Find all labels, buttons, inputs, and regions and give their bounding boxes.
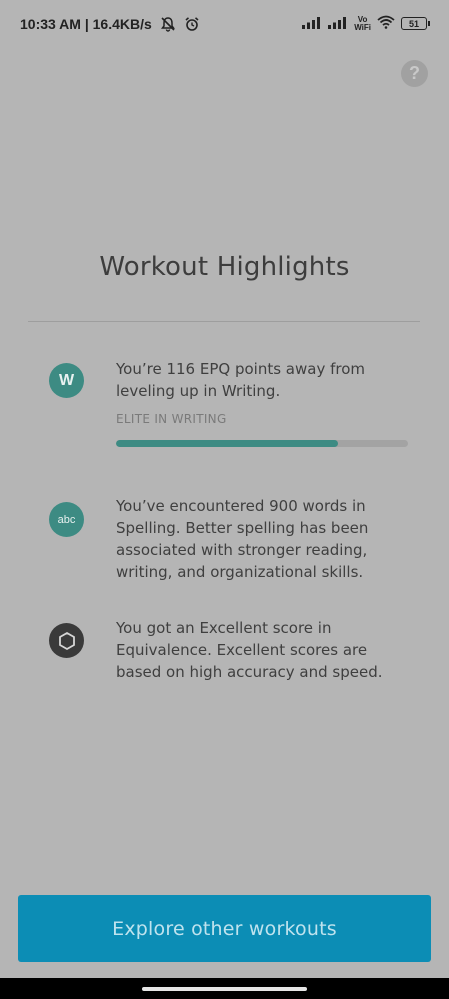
level-label: ELITE IN WRITING (116, 412, 227, 426)
bell-off-icon (160, 16, 176, 32)
status-right: Vo WiFi 51 (302, 14, 430, 33)
spelling-badge-text: abc (57, 513, 76, 526)
home-gesture-handle[interactable] (142, 987, 307, 991)
explore-workouts-label: Explore other workouts (112, 917, 337, 940)
system-nav-bar (0, 978, 449, 999)
page-title: Workout Highlights (99, 252, 350, 282)
status-left: 10:33 AM | 16.4KB/s (20, 16, 200, 32)
spelling-badge-icon: abc (49, 502, 84, 537)
alarm-clock-icon (184, 16, 200, 32)
status-time-speed: 10:33 AM | 16.4KB/s (20, 16, 152, 32)
highlight-text: You got an Excellent score in Equivalenc… (116, 619, 383, 681)
wifi-icon (377, 14, 395, 33)
vowifi-bottom: WiFi (354, 22, 371, 32)
highlight-text: You’re 116 EPQ points away from leveling… (116, 360, 365, 400)
battery-icon: 51 (401, 17, 430, 30)
signal-bars-icon (328, 14, 348, 33)
help-button[interactable]: ? (401, 60, 428, 87)
writing-badge-letter: W (58, 371, 75, 389)
explore-workouts-button[interactable]: Explore other workouts (18, 895, 431, 962)
level-progress-bar (116, 440, 408, 447)
vowifi-indicator: Vo WiFi (354, 15, 371, 32)
help-icon: ? (409, 63, 420, 83)
level-progress-fill (116, 440, 338, 447)
title-divider (28, 321, 420, 322)
writing-badge-icon: W (49, 363, 84, 398)
signal-bars-icon (302, 14, 322, 33)
highlight-text: You’ve encountered 900 words in Spelling… (116, 497, 369, 581)
hexagon-icon (49, 623, 84, 658)
status-bar: 10:33 AM | 16.4KB/s Vo WiFi 51 (0, 0, 449, 48)
